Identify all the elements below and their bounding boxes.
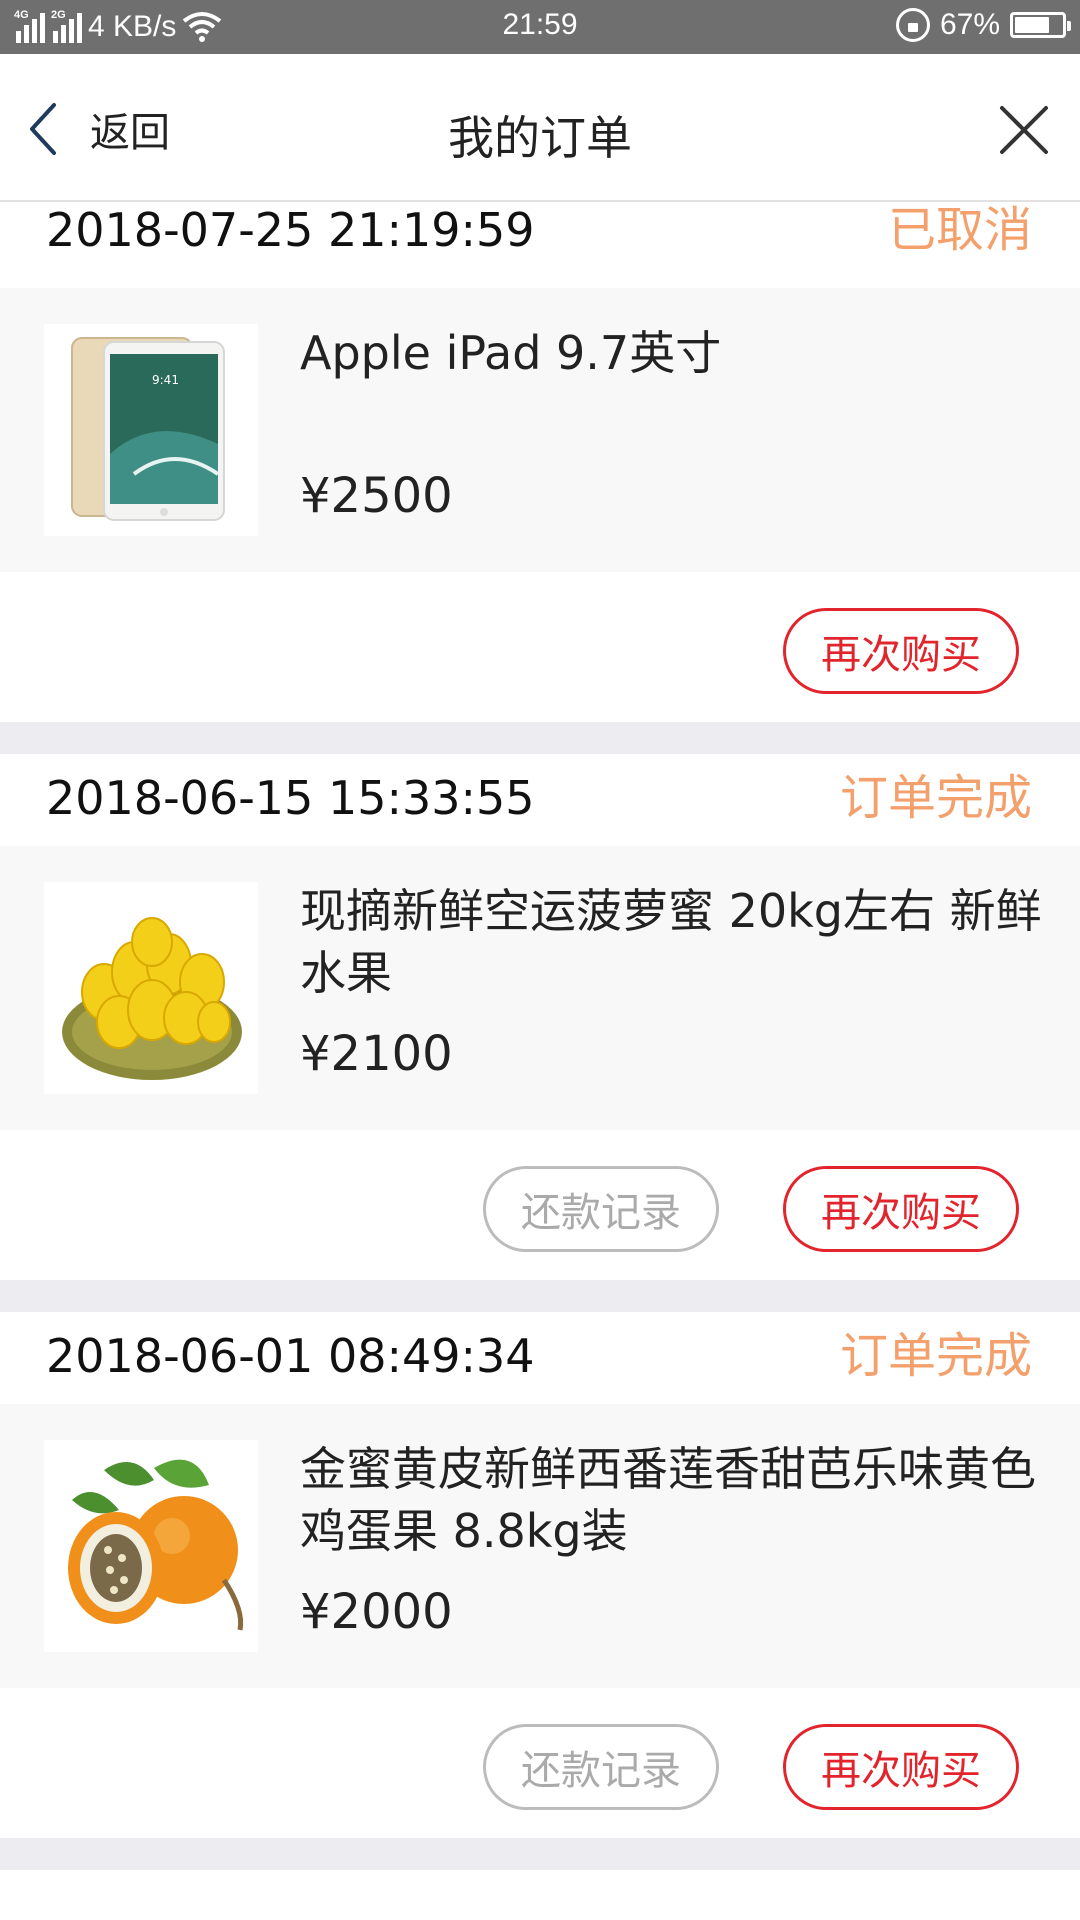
- product-image-ipad: 9:41: [44, 324, 258, 536]
- product-image-jackfruit: [44, 882, 258, 1094]
- order-header: 2018-07-25 21:19:59 已取消: [0, 202, 1080, 288]
- order-actions: 还款记录 再次购买: [0, 1688, 1080, 1838]
- status-right: 67%: [895, 8, 1071, 42]
- order-card: 2018-06-15 15:33:55 订单完成 现摘新鲜空运菠萝蜜 20kg左…: [0, 754, 1080, 1280]
- nav-bar: 返回 我的订单: [0, 54, 1080, 202]
- order-card: 2018-07-25 21:19:59 已取消 9:41 Apple iPad …: [0, 202, 1080, 722]
- section-divider: [0, 722, 1080, 754]
- order-status: 订单完成: [839, 770, 1032, 826]
- order-status: 已取消: [887, 202, 1032, 258]
- order-time: 2018-07-25 21:19:59: [46, 203, 535, 257]
- product-name: 金蜜黄皮新鲜西番莲香甜芭乐味黄色鸡蛋果 8.8kg装: [300, 1442, 1036, 1558]
- product-name: Apple iPad 9.7英寸: [300, 326, 722, 380]
- order-status: 订单完成: [839, 1328, 1032, 1384]
- svg-text:9:41: 9:41: [152, 373, 179, 387]
- repay-record-button[interactable]: 还款记录: [483, 1724, 719, 1810]
- battery-icon: [1010, 12, 1071, 38]
- battery-fill: [1015, 17, 1049, 33]
- buy-again-button[interactable]: 再次购买: [783, 608, 1019, 694]
- battery-percent: 67%: [939, 8, 1000, 41]
- page-title: 我的订单: [448, 111, 632, 165]
- order-header: 2018-06-01 08:49:34 订单完成: [0, 1312, 1080, 1404]
- order-time: 2018-06-15 15:33:55: [46, 771, 535, 825]
- section-divider: [0, 1280, 1080, 1312]
- order-product[interactable]: 现摘新鲜空运菠萝蜜 20kg左右 新鲜水果 ¥2100: [0, 846, 1080, 1130]
- product-price: ¥2100: [300, 1026, 453, 1082]
- order-card: 2018-06-01 08:49:34 订单完成 金蜜黄皮新鲜西番莲香甜芭乐味黄…: [0, 1312, 1080, 1838]
- repay-record-button[interactable]: 还款记录: [483, 1166, 719, 1252]
- order-actions: 再次购买: [0, 572, 1080, 722]
- close-icon[interactable]: [996, 102, 1052, 158]
- product-price: ¥2500: [300, 468, 453, 524]
- product-image-passionfruit: [44, 1440, 258, 1652]
- order-header: 2018-06-15 15:33:55 订单完成: [0, 754, 1080, 846]
- order-time: 2018-06-01 08:49:34: [46, 1329, 535, 1383]
- rotation-lock-icon: [895, 8, 930, 42]
- status-bar: 4G 2G 4 KB/s 21:59 67%: [0, 0, 1080, 54]
- order-product[interactable]: 金蜜黄皮新鲜西番莲香甜芭乐味黄色鸡蛋果 8.8kg装 ¥2000: [0, 1404, 1080, 1688]
- buy-again-button[interactable]: 再次购买: [783, 1724, 1019, 1810]
- buy-again-button[interactable]: 再次购买: [783, 1166, 1019, 1252]
- order-product[interactable]: 9:41 Apple iPad 9.7英寸 ¥2500: [0, 288, 1080, 572]
- order-list: 2018-07-25 21:19:59 已取消 9:41 Apple iPad …: [0, 202, 1080, 1870]
- product-price: ¥2000: [300, 1584, 453, 1640]
- order-actions: 还款记录 再次购买: [0, 1130, 1080, 1280]
- product-name: 现摘新鲜空运菠萝蜜 20kg左右 新鲜水果: [300, 884, 1042, 1000]
- section-divider: [0, 1838, 1080, 1870]
